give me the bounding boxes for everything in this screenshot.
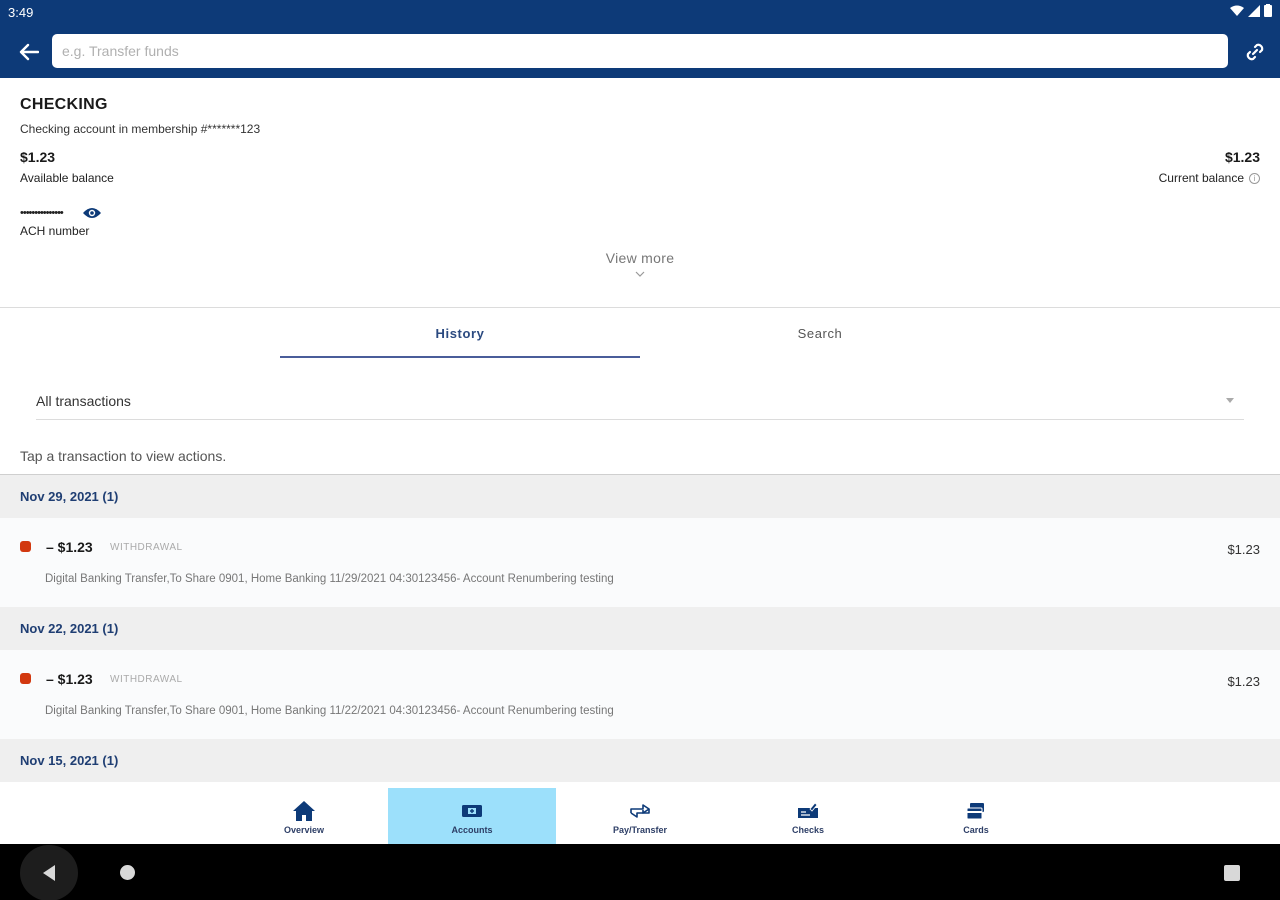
transaction-right-amount: $1.23 — [1227, 674, 1260, 689]
accounts-icon — [462, 805, 482, 817]
transaction-description: Digital Banking Transfer,To Share 0901, … — [45, 573, 614, 585]
transaction-filter-select[interactable]: All transactions — [36, 384, 1244, 420]
show-ach-button[interactable] — [81, 205, 103, 221]
hint-text: Tap a transaction to view actions. — [20, 448, 227, 464]
checks-icon — [798, 802, 818, 818]
transaction-amount: – $1.23 — [46, 539, 93, 555]
nav-pay-transfer[interactable]: Pay/Transfer — [556, 788, 724, 844]
current-balance-row: Current balance i — [1159, 171, 1260, 185]
system-home-button[interactable] — [120, 865, 135, 880]
account-summary: CHECKING Checking account in membership … — [0, 78, 1280, 308]
date-header: Nov 15, 2021 (1) — [0, 739, 1280, 782]
transaction-row[interactable]: – $1.23 WITHDRAWAL $1.23 Digital Banking… — [0, 650, 1280, 739]
transaction-list[interactable]: Nov 29, 2021 (1) – $1.23 WITHDRAWAL $1.2… — [0, 474, 1280, 786]
tab-bar: History Search — [0, 310, 1280, 358]
account-subtitle: Checking account in membership #*******1… — [20, 122, 261, 136]
wifi-icon — [1230, 5, 1244, 16]
system-navigation-bar — [0, 844, 1280, 900]
account-title: CHECKING — [20, 96, 108, 113]
current-balance-amount: $1.23 — [1224, 149, 1260, 165]
withdrawal-indicator-icon — [20, 673, 31, 684]
search-input[interactable] — [52, 34, 1228, 68]
date-header: Nov 22, 2021 (1) — [0, 607, 1280, 650]
transaction-row[interactable]: – $1.23 WITHDRAWAL $1.23 Digital Banking… — [0, 518, 1280, 607]
available-balance: $1.23 Available balance — [20, 149, 114, 185]
nav-overview-label: Overview — [283, 825, 325, 835]
back-button[interactable] — [14, 38, 44, 66]
transaction-type: WITHDRAWAL — [110, 542, 183, 553]
nav-accounts[interactable]: Accounts — [388, 788, 556, 844]
transfer-icon — [630, 804, 650, 818]
dropdown-caret-icon — [1226, 398, 1234, 403]
triangle-back-icon — [43, 865, 55, 881]
ach-number-row: ••••••••••••••• — [20, 205, 103, 221]
nav-pay-transfer-label: Pay/Transfer — [612, 825, 668, 835]
cards-icon — [966, 803, 984, 820]
app-bar — [0, 26, 1280, 78]
current-balance: $1.23 Current balance i — [1159, 149, 1260, 185]
tab-search[interactable]: Search — [640, 310, 1000, 358]
filter-selected-value: All transactions — [36, 393, 131, 409]
view-more-button[interactable]: View more — [0, 250, 1280, 278]
status-time: 3:49 — [8, 5, 34, 20]
signal-icon — [1248, 4, 1260, 17]
system-back-button[interactable] — [20, 845, 78, 900]
transaction-right-amount: $1.23 — [1227, 542, 1260, 557]
nav-cards-label: Cards — [963, 825, 989, 835]
nav-accounts-label: Accounts — [451, 825, 493, 835]
date-header: Nov 29, 2021 (1) — [0, 475, 1280, 518]
available-balance-label: Available balance — [20, 171, 114, 185]
chevron-down-icon — [635, 271, 645, 277]
nav-checks[interactable]: Checks — [724, 788, 892, 844]
bottom-navigation: Overview Accounts Pay/Transfer Checks Ca… — [0, 786, 1280, 844]
status-bar: 3:49 — [0, 0, 1280, 26]
nav-checks-label: Checks — [791, 825, 825, 835]
ach-number-masked: ••••••••••••••• — [20, 207, 64, 219]
transaction-type: WITHDRAWAL — [110, 674, 183, 685]
info-icon[interactable]: i — [1249, 172, 1260, 184]
system-recents-button[interactable] — [1224, 865, 1240, 881]
battery-icon — [1264, 4, 1272, 17]
ach-number-label: ACH number — [20, 224, 90, 238]
view-more-label: View more — [605, 250, 675, 266]
link-button[interactable] — [1240, 38, 1270, 66]
current-balance-label: Current balance — [1158, 171, 1244, 185]
nav-overview[interactable]: Overview — [220, 788, 388, 844]
tab-history[interactable]: History — [280, 310, 640, 358]
transaction-amount: – $1.23 — [46, 671, 93, 687]
home-icon — [293, 801, 315, 821]
transaction-description: Digital Banking Transfer,To Share 0901, … — [45, 705, 614, 717]
available-balance-amount: $1.23 — [20, 149, 56, 165]
app-root: 3:49 CHECKING Checking account in member… — [0, 0, 1280, 900]
eye-icon — [82, 208, 101, 218]
link-icon — [1246, 43, 1264, 61]
nav-cards[interactable]: Cards — [892, 788, 1060, 844]
arrow-left-icon — [19, 43, 39, 61]
status-icons — [1230, 4, 1272, 17]
withdrawal-indicator-icon — [20, 541, 31, 552]
